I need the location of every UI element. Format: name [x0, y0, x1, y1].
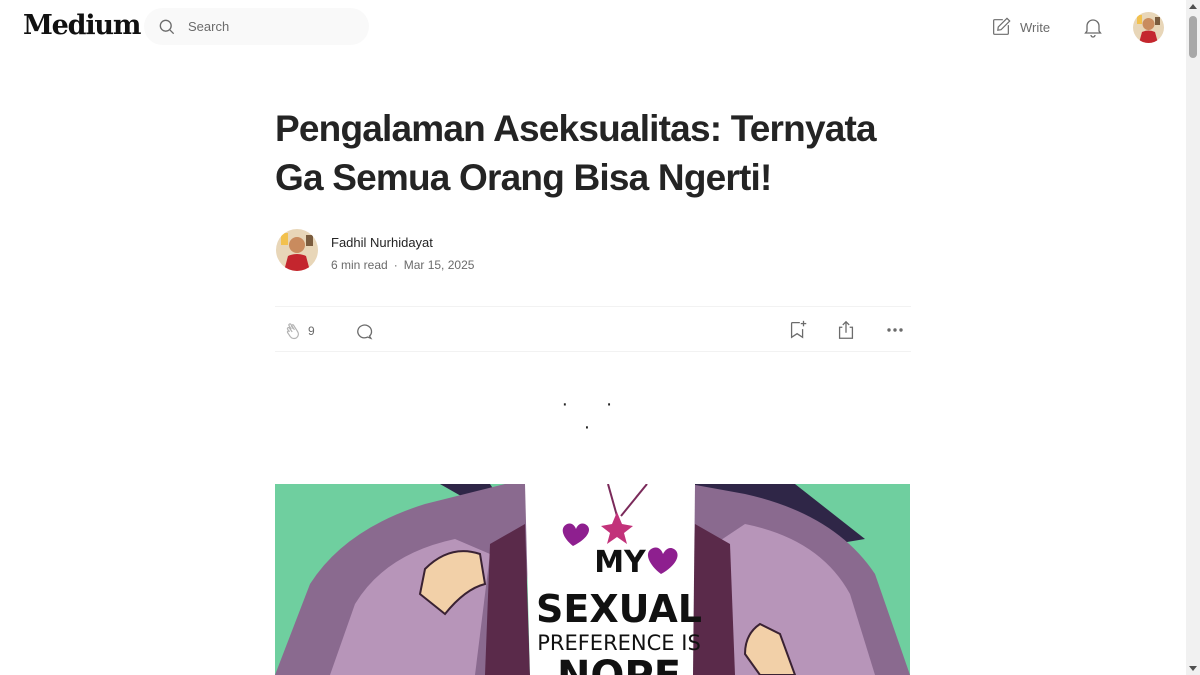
search-icon: [159, 19, 175, 35]
article-title: Pengalaman Aseksualitas: Ternyata Ga Sem…: [275, 108, 877, 198]
shirt-text-my: MY: [594, 545, 647, 580]
meta-dot: ·: [393, 258, 398, 272]
publish-date: Mar 15, 2025: [403, 258, 475, 272]
section-separator: · · ·: [561, 393, 629, 438]
scroll-up-arrow-icon[interactable]: [1189, 4, 1197, 9]
shirt-text-sexual: SEXUAL: [536, 587, 702, 631]
search-bar[interactable]: Search: [144, 8, 369, 45]
clap-count: 9: [308, 324, 315, 338]
share-icon[interactable]: [835, 319, 857, 341]
read-time: 6 min read: [331, 258, 388, 272]
search-input[interactable]: Search: [188, 19, 229, 34]
scrollbar[interactable]: [1186, 0, 1200, 675]
medium-logo[interactable]: Medium: [23, 10, 141, 41]
author-avatar[interactable]: [276, 229, 318, 271]
comment-icon[interactable]: [353, 320, 375, 342]
user-avatar[interactable]: [1133, 12, 1164, 43]
scroll-down-arrow-icon[interactable]: [1189, 666, 1197, 671]
write-icon: [993, 17, 1011, 35]
write-button[interactable]: Write: [990, 15, 1050, 39]
author-name[interactable]: Fadhil Nurhidayat: [331, 235, 433, 250]
clap-icon[interactable]: [283, 320, 305, 342]
shirt-text-preference: PREFERENCE IS: [537, 631, 701, 655]
article-action-bar: 9: [275, 306, 911, 352]
bookmark-icon[interactable]: [787, 319, 809, 341]
more-icon[interactable]: [883, 319, 907, 341]
article-hero-image: MY SEXUAL PREFERENCE IS NOPE: [275, 484, 910, 675]
scrollbar-thumb[interactable]: [1189, 16, 1197, 58]
bell-icon[interactable]: [1081, 15, 1105, 39]
shirt-text-nope: NOPE: [557, 653, 681, 675]
article-meta: 6 min read · Mar 15, 2025: [331, 258, 474, 272]
top-nav: Medium Search Write: [0, 0, 1186, 57]
write-label: Write: [1020, 19, 1051, 35]
